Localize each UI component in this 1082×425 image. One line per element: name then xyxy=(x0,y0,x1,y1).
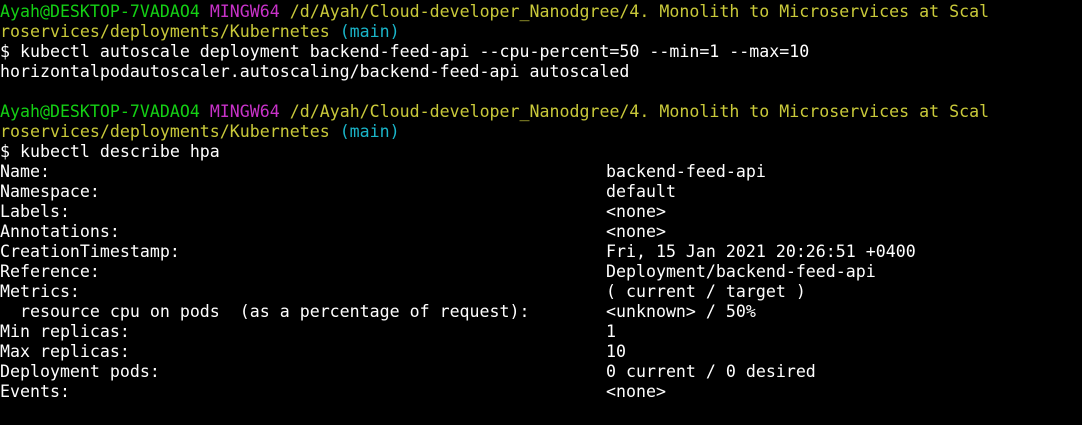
working-path: /d/Ayah/Cloud-developer_Nanodgree/4. Mon… xyxy=(289,2,990,21)
working-path-continued: roservices/deployments/Kubernetes xyxy=(0,22,330,41)
hpa-row-deployment-pods: Deployment pods: 0 current / 0 desired xyxy=(0,362,1082,382)
hpa-value: <none> xyxy=(606,222,666,241)
command-line: $ kubectl describe hpa xyxy=(0,142,220,161)
hpa-key: resource cpu on pods (as a percentage of… xyxy=(0,302,530,321)
hpa-describe-output: Name: backend-feed-api Namespace: default … xyxy=(0,162,1082,402)
hpa-value: <unknown> / 50% xyxy=(606,302,756,321)
hpa-row-labels: Labels: <none> xyxy=(0,202,1082,222)
command-output: horizontalpodautoscaler.autoscaling/back… xyxy=(0,62,630,81)
prompt-line: Ayah@DESKTOP-7VADAO4 MINGW64 /d/Ayah/Clo… xyxy=(0,2,1082,22)
hpa-value: <none> xyxy=(606,382,666,401)
hpa-value: 10 xyxy=(606,342,626,361)
hpa-value: default xyxy=(606,182,676,201)
shell-name: MINGW64 xyxy=(209,102,280,121)
hpa-row-metrics: Metrics: ( current / target ) xyxy=(0,282,1082,302)
hpa-row-namespace: Namespace: default xyxy=(0,182,1082,202)
hpa-key: CreationTimestamp: xyxy=(0,242,180,261)
hpa-key: Events: xyxy=(0,382,70,401)
hpa-value: backend-feed-api xyxy=(606,162,766,181)
user-host: Ayah@DESKTOP-7VADAO4 xyxy=(0,102,200,121)
hpa-value: ( current / target ) xyxy=(606,282,806,301)
hpa-value: <none> xyxy=(606,202,666,221)
hpa-key: Deployment pods: xyxy=(0,362,160,381)
hpa-row-cpu-metric: resource cpu on pods (as a percentage of… xyxy=(0,302,1082,322)
command-line: $ kubectl autoscale deployment backend-f… xyxy=(0,42,810,61)
hpa-key: Reference: xyxy=(0,262,100,281)
hpa-value: Deployment/backend-feed-api xyxy=(606,262,876,281)
user-host: Ayah@DESKTOP-7VADAO4 xyxy=(0,2,200,21)
hpa-value: 1 xyxy=(606,322,616,341)
terminal-window[interactable]: Ayah@DESKTOP-7VADAO4 MINGW64 /d/Ayah/Clo… xyxy=(0,0,1082,425)
hpa-key: Annotations: xyxy=(0,222,120,241)
hpa-row-creation-timestamp: CreationTimestamp: Fri, 15 Jan 2021 20:26… xyxy=(0,242,1082,262)
hpa-key: Max replicas: xyxy=(0,342,130,361)
hpa-key: Name: xyxy=(0,162,50,181)
prompt-line-wrap: roservices/deployments/Kubernetes (main) xyxy=(0,22,1082,42)
hpa-row-annotations: Annotations: <none> xyxy=(0,222,1082,242)
prompt-line: Ayah@DESKTOP-7VADAO4 MINGW64 /d/Ayah/Clo… xyxy=(0,102,1082,122)
hpa-row-max-replicas: Max replicas: 10 xyxy=(0,342,1082,362)
shell-name: MINGW64 xyxy=(209,2,280,21)
hpa-row-events: Events: <none> xyxy=(0,382,1082,402)
hpa-key: Namespace: xyxy=(0,182,100,201)
hpa-value: 0 current / 0 desired xyxy=(606,362,816,381)
hpa-row-reference: Reference: Deployment/backend-feed-api xyxy=(0,262,1082,282)
hpa-value: Fri, 15 Jan 2021 20:26:51 +0400 xyxy=(606,242,916,261)
hpa-row-name: Name: backend-feed-api xyxy=(0,162,1082,182)
prompt-line-wrap: roservices/deployments/Kubernetes (main) xyxy=(0,122,1082,142)
working-path-continued: roservices/deployments/Kubernetes xyxy=(0,122,330,141)
git-branch: (main) xyxy=(339,122,400,141)
hpa-key: Metrics: xyxy=(0,282,80,301)
hpa-key: Min replicas: xyxy=(0,322,130,341)
git-branch: (main) xyxy=(339,22,400,41)
working-path: /d/Ayah/Cloud-developer_Nanodgree/4. Mon… xyxy=(289,102,990,121)
hpa-key: Labels: xyxy=(0,202,70,221)
hpa-row-min-replicas: Min replicas: 1 xyxy=(0,322,1082,342)
